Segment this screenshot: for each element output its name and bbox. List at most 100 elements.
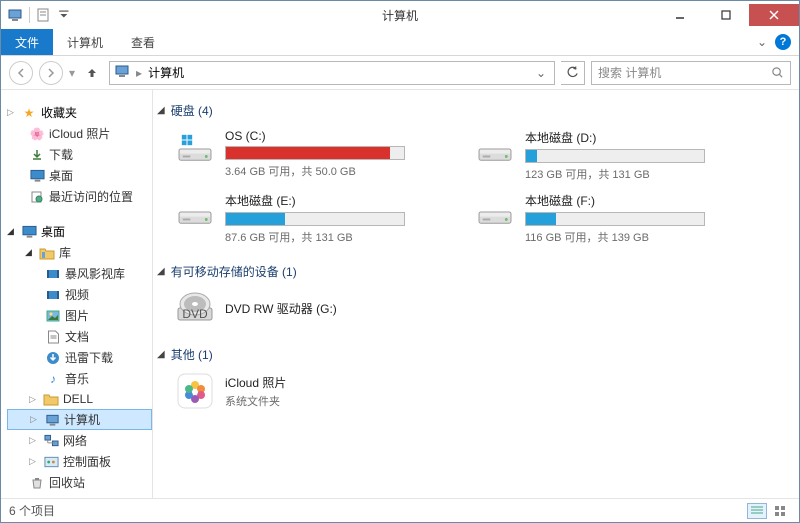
nav-library-header[interactable]: ◢库 <box>7 242 152 263</box>
video-icon <box>45 266 61 282</box>
properties-icon[interactable] <box>36 7 52 23</box>
chevron-right-icon: ▸ <box>136 66 142 80</box>
computer-icon <box>114 63 130 82</box>
history-dropdown-icon[interactable]: ▾ <box>69 66 75 80</box>
control-panel-icon <box>43 454 59 470</box>
drive-item[interactable]: 本地磁盘 (E:) 87.6 GB 可用，共 131 GB <box>175 192 445 245</box>
svg-text:DVD: DVD <box>182 307 208 321</box>
nav-lib-xunlei[interactable]: 迅雷下载 <box>7 347 152 368</box>
close-button[interactable] <box>749 4 799 26</box>
nav-recent[interactable]: 最近访问的位置 <box>7 186 152 207</box>
search-icon <box>771 66 784 79</box>
group-other-header[interactable]: ◢其他 (1) <box>157 342 791 367</box>
dvd-drive-item[interactable]: DVD DVD RW 驱动器 (G:) <box>157 284 791 332</box>
tab-file[interactable]: 文件 <box>1 29 53 55</box>
nav-lib-documents[interactable]: 文档 <box>7 326 152 347</box>
titlebar: 计算机 <box>1 1 799 29</box>
group-removable: ◢有可移动存储的设备 (1) DVD DVD RW 驱动器 (G:) <box>157 259 791 332</box>
drive-item[interactable]: 本地磁盘 (D:)123 GB 可用，共 131 GB <box>475 129 745 182</box>
drive-icon <box>175 129 215 167</box>
nav-lib-music[interactable]: ♪音乐 <box>7 368 152 389</box>
maximize-button[interactable] <box>703 4 749 26</box>
library-icon <box>39 245 55 261</box>
pictures-icon <box>45 308 61 324</box>
status-bar: 6 个项目 <box>1 498 799 522</box>
address-dropdown-icon[interactable]: ⌄ <box>532 66 550 80</box>
icons-view-button[interactable] <box>771 503 791 519</box>
address-bar[interactable]: ▸ 计算机 ⌄ <box>109 61 555 85</box>
photos-icon: 🌸 <box>29 126 45 142</box>
details-view-button[interactable] <box>747 503 767 519</box>
computer-icon <box>44 412 60 428</box>
group-drives-header[interactable]: ◢硬盘 (4) <box>157 98 791 123</box>
nav-favorites-header[interactable]: ▷ ★ 收藏夹 <box>7 102 152 123</box>
nav-desktop-fav[interactable]: 桌面 <box>7 165 152 186</box>
icloud-photos-sub: 系统文件夹 <box>225 393 286 409</box>
back-button[interactable] <box>9 61 33 85</box>
folder-icon <box>43 391 59 407</box>
drive-icon <box>175 192 215 230</box>
navigation-pane[interactable]: ▷ ★ 收藏夹 🌸iCloud 照片 下载 桌面 最近访问的位置 ◢ 桌面 ◢库… <box>1 90 153 498</box>
ribbon: 文件 计算机 查看 ⌄ ? <box>1 29 799 56</box>
minimize-button[interactable] <box>657 4 703 26</box>
up-button[interactable] <box>81 62 103 84</box>
qat-dropdown-icon[interactable] <box>58 7 72 23</box>
nav-desktop-header[interactable]: ◢ 桌面 <box>7 221 152 242</box>
refresh-button[interactable] <box>561 61 585 85</box>
drive-stats: 116 GB 可用，共 139 GB <box>525 229 745 245</box>
icloud-photos-item[interactable]: iCloud 照片 系统文件夹 <box>157 367 791 415</box>
tab-computer[interactable]: 计算机 <box>53 29 117 55</box>
drive-icon <box>475 192 515 230</box>
drive-label: 本地磁盘 (F:) <box>525 192 745 209</box>
tab-view[interactable]: 查看 <box>117 29 169 55</box>
nav-lib-baofeng[interactable]: 暴风影视库 <box>7 263 152 284</box>
icloud-photos-label: iCloud 照片 <box>225 374 286 391</box>
recent-icon <box>29 189 45 205</box>
photos-icon <box>175 371 215 411</box>
help-icon[interactable]: ? <box>775 34 791 50</box>
search-input[interactable]: 搜索 计算机 <box>591 61 791 85</box>
drive-label: 本地磁盘 (D:) <box>525 129 745 146</box>
group-other: ◢其他 (1) iCloud 照片 系统文件夹 <box>157 342 791 415</box>
breadcrumb-location[interactable]: 计算机 <box>148 64 184 81</box>
content-pane[interactable]: ◢硬盘 (4) OS (C:) 3.64 GB 可用，共 50.0 GB 本地磁盘 … <box>153 90 799 498</box>
drive-icon <box>475 129 515 167</box>
drive-item[interactable]: OS (C:) 3.64 GB 可用，共 50.0 GB <box>175 129 445 182</box>
drive-usage-bar <box>225 212 405 226</box>
drive-stats: 87.6 GB 可用，共 131 GB <box>225 229 445 245</box>
nav-icloud-photos[interactable]: 🌸iCloud 照片 <box>7 123 152 144</box>
desktop-icon <box>21 224 37 240</box>
nav-lib-videos[interactable]: 视频 <box>7 284 152 305</box>
recycle-icon <box>29 475 45 491</box>
nav-dell[interactable]: ▷DELL <box>7 389 152 409</box>
computer-icon <box>7 7 23 23</box>
drive-usage-bar <box>525 149 705 163</box>
nav-network[interactable]: ▷网络 <box>7 430 152 451</box>
expand-ribbon-icon[interactable]: ⌄ <box>757 35 767 49</box>
status-text: 6 个项目 <box>9 502 55 519</box>
drive-usage-bar <box>525 212 705 226</box>
drive-item[interactable]: 本地磁盘 (F:) 116 GB 可用，共 139 GB <box>475 192 745 245</box>
drive-label: OS (C:) <box>225 129 445 143</box>
dvd-drive-label: DVD RW 驱动器 (G:) <box>225 300 337 317</box>
nav-recycle-bin[interactable]: 回收站 <box>7 472 152 493</box>
address-row: ▾ ▸ 计算机 ⌄ 搜索 计算机 <box>1 56 799 90</box>
network-icon <box>43 433 59 449</box>
collapse-icon: ◢ <box>157 266 165 277</box>
music-icon: ♪ <box>45 371 61 387</box>
group-drives: ◢硬盘 (4) OS (C:) 3.64 GB 可用，共 50.0 GB 本地磁盘 … <box>157 98 791 249</box>
dvd-icon: DVD <box>175 288 215 328</box>
nav-control-panel[interactable]: ▷控制面板 <box>7 451 152 472</box>
group-removable-header[interactable]: ◢有可移动存储的设备 (1) <box>157 259 791 284</box>
search-placeholder: 搜索 计算机 <box>598 64 771 81</box>
collapse-icon: ◢ <box>157 349 165 360</box>
document-icon <box>45 329 61 345</box>
forward-button[interactable] <box>39 61 63 85</box>
drive-stats: 3.64 GB 可用，共 50.0 GB <box>225 163 445 179</box>
nav-lib-pictures[interactable]: 图片 <box>7 305 152 326</box>
download-icon <box>45 350 61 366</box>
nav-downloads[interactable]: 下载 <box>7 144 152 165</box>
nav-computer[interactable]: ▷计算机 <box>7 409 152 430</box>
drive-usage-bar <box>225 146 405 160</box>
drive-label: 本地磁盘 (E:) <box>225 192 445 209</box>
